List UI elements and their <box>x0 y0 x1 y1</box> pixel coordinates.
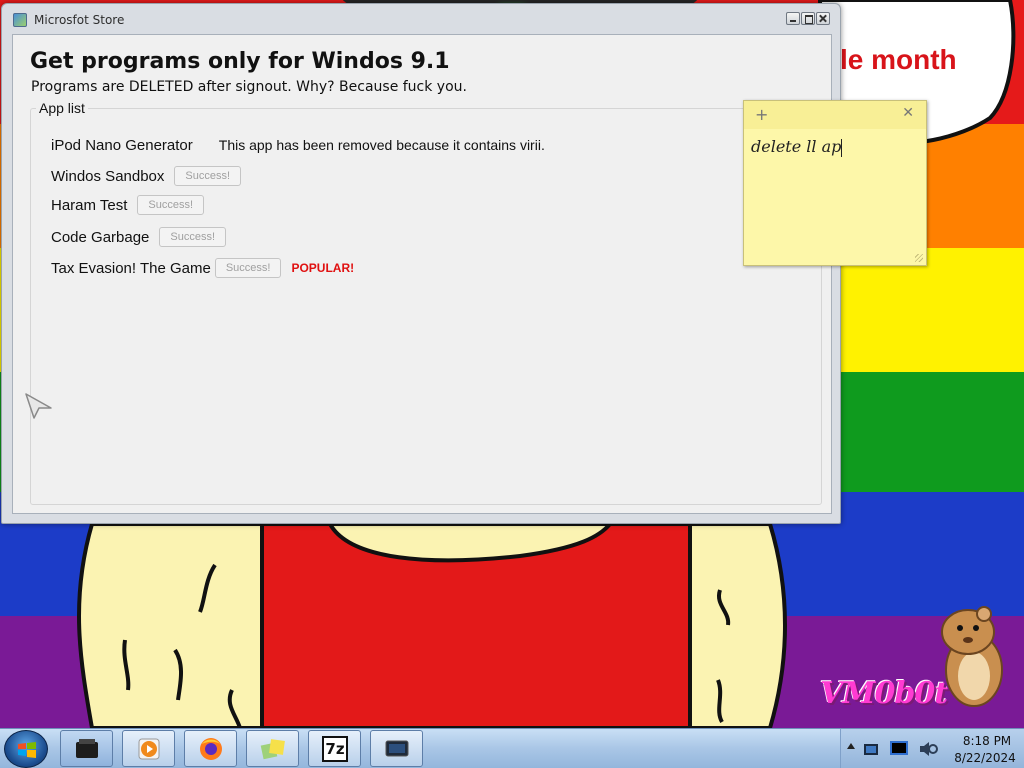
app-removed-note: This app has been removed because it con… <box>218 137 545 153</box>
app-list-label: App list <box>36 100 88 116</box>
screen-icon <box>385 740 409 757</box>
popular-badge: POPULAR! <box>291 261 355 275</box>
7zip-icon: 7z <box>322 736 348 762</box>
taskbar-item-media-player[interactable] <box>122 730 175 767</box>
wallpaper-banner-text: le month <box>840 44 957 75</box>
devices-icon <box>76 739 98 758</box>
clock-time[interactable]: 8:18 PM <box>955 734 1019 748</box>
app-row-tax-evasion: Tax Evasion! The Game Success! POPULAR! <box>51 256 354 280</box>
maximize-button[interactable] <box>801 12 815 25</box>
app-name: Code Garbage <box>51 228 150 246</box>
page-subtitle: Programs are DELETED after signout. Why?… <box>31 79 467 95</box>
windows-logo-icon <box>18 742 36 758</box>
system-tray: 8:18 PM 8/22/2024 <box>840 729 1024 768</box>
window-title: Microsfot Store <box>34 13 125 27</box>
sticky-note-text-area[interactable]: delete ll ap <box>751 137 843 157</box>
taskbar-item-7zip[interactable]: 7z <box>308 730 361 767</box>
minimize-button[interactable] <box>786 12 800 25</box>
window-controls <box>786 12 830 25</box>
network-icon[interactable] <box>863 738 885 760</box>
success-button[interactable]: Success! <box>137 195 205 215</box>
taskbar-item-photos[interactable] <box>246 730 299 767</box>
monitor-icon[interactable] <box>889 738 911 760</box>
character-right-arm <box>688 522 787 728</box>
close-note-icon[interactable]: ✕ <box>902 105 914 121</box>
taskbar-item-screen[interactable] <box>370 730 423 767</box>
clock-date[interactable]: 8/22/2024 <box>947 751 1023 765</box>
app-name: Windos Sandbox <box>51 167 165 185</box>
mouse-cursor-icon <box>25 393 52 419</box>
taskbar-item-firefox[interactable] <box>184 730 237 767</box>
sticky-note-text: delete ll ap <box>751 137 842 156</box>
taskbar-item-devices[interactable] <box>60 730 113 767</box>
photos-icon <box>260 739 285 760</box>
window-client-area: Get programs only for Windos 9.1 Program… <box>12 34 832 514</box>
close-button[interactable] <box>816 12 830 25</box>
app-row-code-garbage: Code Garbage Success! <box>51 225 227 249</box>
store-window: Microsfot Store Get programs only for Wi… <box>1 3 841 524</box>
success-button[interactable]: Success! <box>174 166 242 186</box>
add-note-icon[interactable]: + <box>755 105 768 124</box>
vm-logo: VM0b0t <box>820 676 948 711</box>
volume-icon[interactable] <box>917 738 939 760</box>
success-button[interactable]: Success! <box>159 227 227 247</box>
app-row-ipod-nano-generator: iPod Nano Generator This app has been re… <box>51 133 545 157</box>
app-row-windos-sandbox: Windos Sandbox Success! <box>51 164 242 188</box>
page-title: Get programs only for Windos 9.1 <box>30 49 450 74</box>
sticky-note[interactable]: + ✕ delete ll ap <box>743 100 927 266</box>
resize-grip-icon[interactable] <box>915 254 923 262</box>
show-hidden-icons-icon[interactable] <box>847 743 855 749</box>
app-name: iPod Nano Generator <box>51 136 193 154</box>
app-list-group: App list iPod Nano Generator This app ha… <box>30 100 822 505</box>
app-name: Haram Test <box>51 196 128 214</box>
success-button[interactable]: Success! <box>214 258 282 278</box>
character-left-arm <box>77 522 264 728</box>
app-name: Tax Evasion! The Game <box>51 259 211 277</box>
hamster-mascot <box>941 606 1003 707</box>
text-caret <box>841 138 843 157</box>
start-button[interactable] <box>4 730 48 768</box>
sticky-note-header[interactable]: + ✕ <box>744 101 926 129</box>
media-player-icon <box>138 738 160 760</box>
firefox-icon <box>200 738 222 760</box>
taskbar: 7z 8:18 PM 8/22/2024 <box>0 728 1024 768</box>
window-titlebar[interactable]: Microsfot Store <box>2 4 840 34</box>
app-row-haram-test: Haram Test Success! <box>51 193 205 217</box>
store-app-icon <box>13 13 27 27</box>
7zip-label: 7z <box>325 740 345 758</box>
